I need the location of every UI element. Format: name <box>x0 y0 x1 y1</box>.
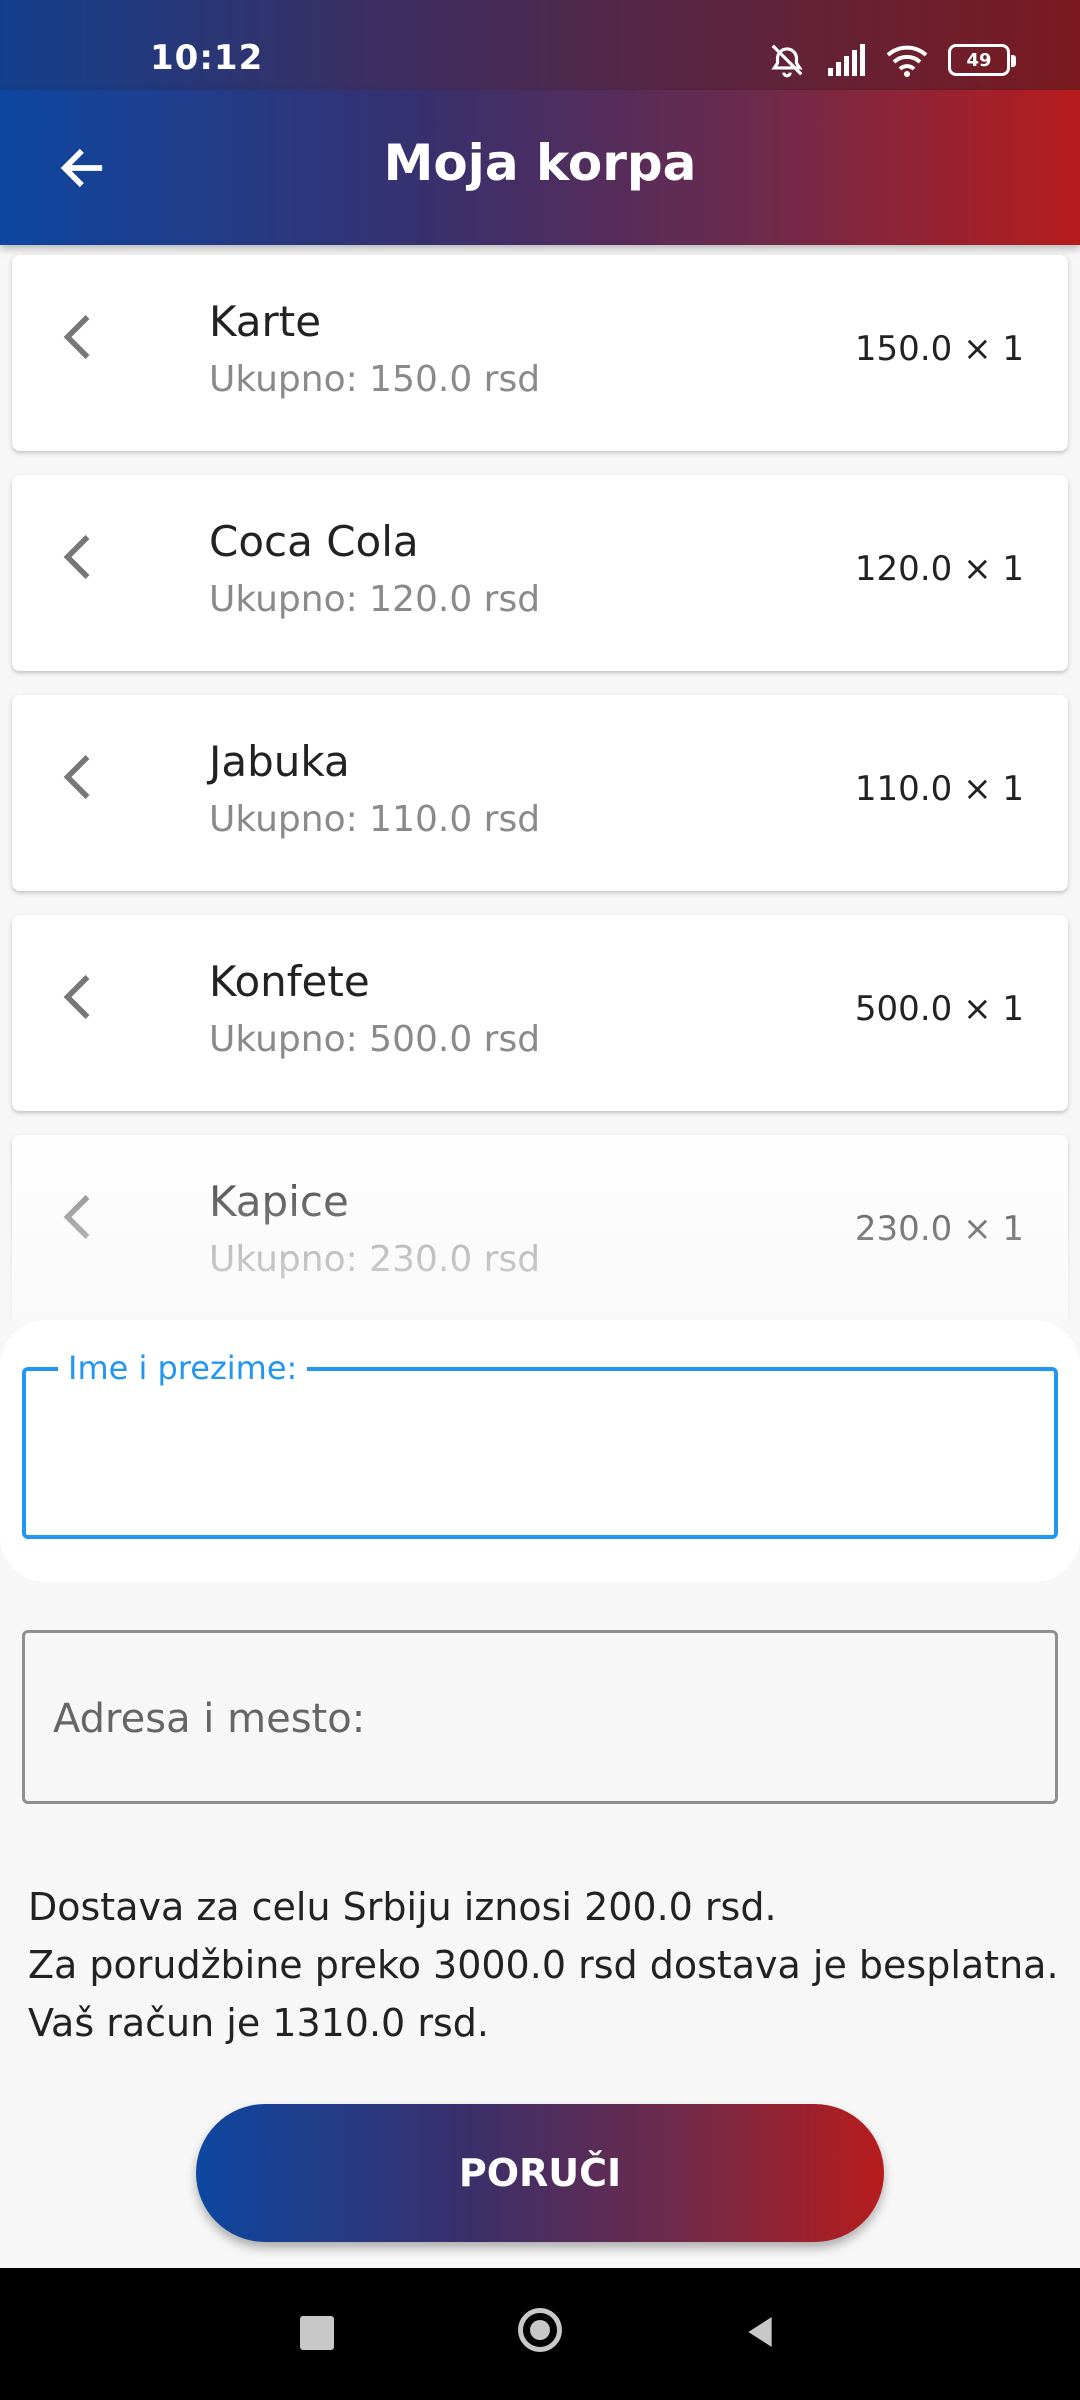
item-quantity: 110.0 × 1 <box>854 769 1024 809</box>
chevron-left-icon[interactable] <box>50 745 110 809</box>
cart-item[interactable]: Karte Ukupno: 150.0 rsd 150.0 × 1 <box>12 255 1068 451</box>
signal-icon <box>828 44 865 76</box>
cart-item[interactable]: Jabuka Ukupno: 110.0 rsd 110.0 × 1 <box>12 695 1068 891</box>
item-total: Ukupno: 500.0 rsd <box>209 1019 541 1060</box>
item-total: Ukupno: 110.0 rsd <box>209 799 541 840</box>
chevron-left-icon[interactable] <box>50 1185 110 1249</box>
page-title: Moja korpa <box>383 134 697 192</box>
alarm-off-icon <box>771 44 803 78</box>
order-button[interactable]: PORUČI <box>196 2104 884 2242</box>
cart-item[interactable]: Coca Cola Ukupno: 120.0 rsd 120.0 × 1 <box>12 475 1068 671</box>
item-name: Coca Cola <box>209 517 419 566</box>
item-quantity: 120.0 × 1 <box>854 549 1024 589</box>
recent-apps-icon[interactable] <box>300 2316 334 2350</box>
home-icon[interactable] <box>518 2308 562 2352</box>
app-bar: Moja korpa <box>0 90 1080 245</box>
status-icons: 49 <box>768 38 1016 82</box>
item-quantity: 230.0 × 1 <box>854 1209 1024 1249</box>
delivery-info-line: Dostava za celu Srbiju iznosi 200.0 rsd. <box>28 1885 777 1929</box>
item-name: Karte <box>209 297 322 346</box>
chevron-left-icon[interactable] <box>50 305 110 369</box>
chevron-left-icon[interactable] <box>50 525 110 589</box>
item-total: Ukupno: 230.0 rsd <box>209 1239 541 1280</box>
wifi-icon <box>886 45 928 77</box>
item-quantity: 150.0 × 1 <box>854 329 1024 369</box>
item-quantity: 500.0 × 1 <box>854 989 1024 1029</box>
order-total-line: Vaš račun je 1310.0 rsd. <box>28 2001 489 2045</box>
item-total: Ukupno: 120.0 rsd <box>209 579 541 620</box>
name-field[interactable]: Ime i prezime: <box>22 1349 1058 1539</box>
address-input[interactable] <box>51 1683 1029 1755</box>
system-nav-bar <box>0 2268 1080 2400</box>
status-time: 10:12 <box>150 38 264 78</box>
delivery-info: Dostava za celu Srbiju iznosi 200.0 rsd.… <box>28 1878 1059 2052</box>
cart-item[interactable]: Konfete Ukupno: 500.0 rsd 500.0 × 1 <box>12 915 1068 1111</box>
item-name: Konfete <box>209 957 370 1006</box>
name-field-label: Ime i prezime: <box>58 1349 308 1387</box>
status-bar: 10:12 49 <box>0 0 1080 90</box>
nav-back-icon[interactable] <box>740 2312 780 2352</box>
name-input[interactable] <box>52 1431 1028 1503</box>
cart-list[interactable]: Karte Ukupno: 150.0 rsd 150.0 × 1 Coca C… <box>0 245 1080 1320</box>
address-field[interactable] <box>22 1630 1058 1804</box>
battery-icon: 49 <box>948 44 1016 76</box>
name-field-container: Ime i prezime: <box>0 1320 1080 1582</box>
cart-item[interactable]: Kapice Ukupno: 230.0 rsd 230.0 × 1 <box>12 1135 1068 1320</box>
item-name: Kapice <box>209 1177 349 1226</box>
chevron-left-icon[interactable] <box>50 965 110 1029</box>
delivery-info-line: Za porudžbine preko 3000.0 rsd dostava j… <box>28 1943 1059 1987</box>
item-total: Ukupno: 150.0 rsd <box>209 359 541 400</box>
item-name: Jabuka <box>209 737 350 786</box>
